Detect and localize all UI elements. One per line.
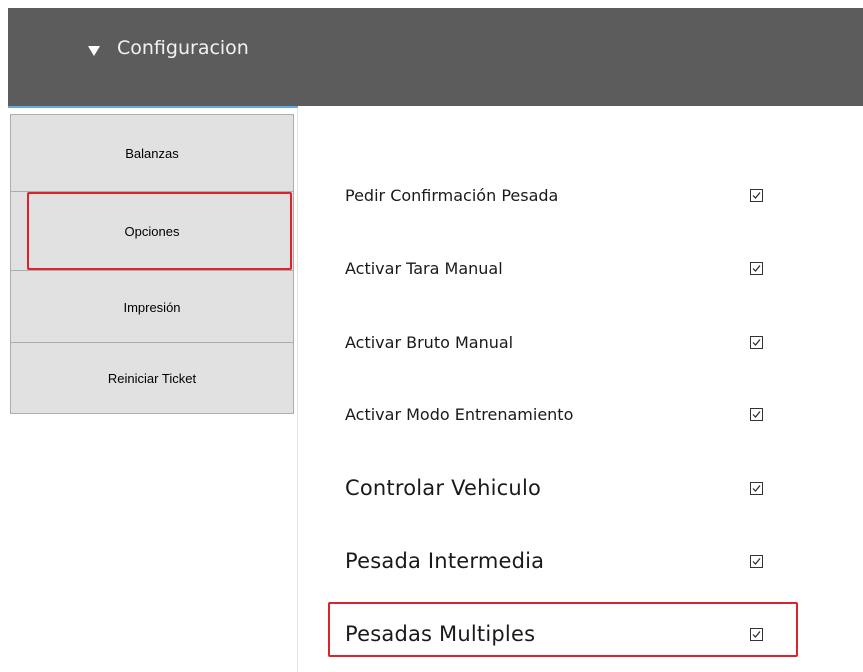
checkmark-icon xyxy=(752,485,761,492)
option-label: Pesada Intermedia xyxy=(345,549,545,573)
option-label: Activar Modo Entrenamiento xyxy=(345,404,574,424)
option-label: Pesadas Multiples xyxy=(345,622,536,646)
option-row: Activar Tara Manual xyxy=(345,253,775,283)
triangle-down-icon xyxy=(88,46,100,56)
option-label: Controlar Vehiculo xyxy=(345,476,542,500)
option-label: Activar Bruto Manual xyxy=(345,332,514,352)
option-row: Pesadas Multiples xyxy=(345,619,775,649)
checkmark-icon xyxy=(752,265,761,272)
option-row: Activar Modo Entrenamiento xyxy=(345,399,775,429)
checkmark-icon xyxy=(752,631,761,638)
checkmark-icon xyxy=(752,339,761,346)
sidebar-item-balanzas[interactable]: Balanzas xyxy=(10,114,294,192)
checkbox-pedir-confirmacion[interactable] xyxy=(750,189,763,202)
configuracion-toggle[interactable]: Configuracion xyxy=(87,37,249,59)
checkmark-icon xyxy=(752,558,761,565)
header-title: Configuracion xyxy=(117,37,249,59)
option-row: Activar Bruto Manual xyxy=(345,327,775,357)
option-row: Pesada Intermedia xyxy=(345,546,775,576)
option-label: Activar Tara Manual xyxy=(345,258,503,278)
checkbox-modo-entrenamiento[interactable] xyxy=(750,408,763,421)
checkmark-icon xyxy=(752,411,761,418)
sidebar-item-opciones[interactable]: Opciones xyxy=(10,191,294,272)
checkbox-pesadas-multiples[interactable] xyxy=(750,628,763,641)
checkbox-controlar-vehiculo[interactable] xyxy=(750,482,763,495)
option-row: Controlar Vehiculo xyxy=(345,473,775,503)
option-label: Pedir Confirmación Pesada xyxy=(345,185,559,205)
checkbox-pesada-intermedia[interactable] xyxy=(750,555,763,568)
checkbox-tara-manual[interactable] xyxy=(750,262,763,275)
option-row: Pedir Confirmación Pesada xyxy=(345,180,775,210)
checkbox-bruto-manual[interactable] xyxy=(750,336,763,349)
sidebar-item-reiniciar-ticket[interactable]: Reiniciar Ticket xyxy=(10,342,294,414)
sidebar: Balanzas Opciones Impresión Reiniciar Ti… xyxy=(8,108,298,672)
checkmark-icon xyxy=(752,192,761,199)
sidebar-item-impresion[interactable]: Impresión xyxy=(10,270,294,344)
